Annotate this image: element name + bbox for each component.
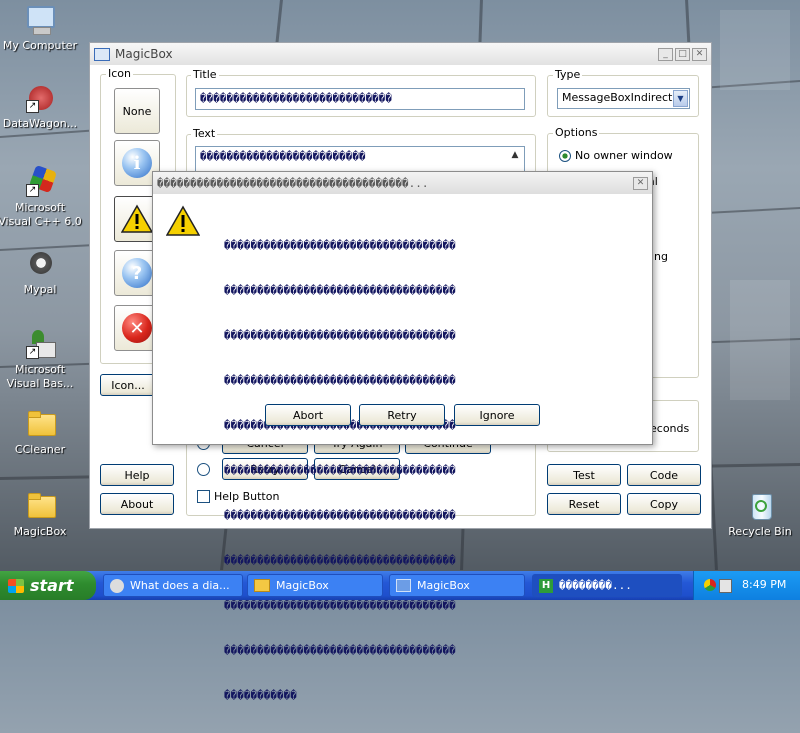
checkbox-icon xyxy=(197,490,210,503)
message-box-dialog: ��������������������������������������..… xyxy=(152,171,653,702)
windows-logo-icon xyxy=(8,578,24,593)
desktop-icon-visual-basic[interactable]: ↗ Microsoft Visual Bas... xyxy=(0,328,82,391)
warning-icon xyxy=(120,204,154,234)
datawagon-icon: ↗ xyxy=(24,82,56,114)
retry-button[interactable]: Retry xyxy=(359,404,445,426)
clock: 8:49 PM xyxy=(742,578,787,591)
text-scroll-up-icon[interactable]: ▲ xyxy=(507,147,523,163)
magicbox-titlebar[interactable]: MagicBox _ □ ✕ xyxy=(90,43,711,65)
folder-icon xyxy=(24,408,56,440)
message-box-titlebar[interactable]: ��������������������������������������..… xyxy=(153,172,652,194)
desktop-icon-visual-cpp[interactable]: ↗ Microsoft Visual C++ 6.0 xyxy=(0,164,82,229)
about-button[interactable]: About xyxy=(100,493,174,515)
folder-icon xyxy=(254,579,270,592)
copy-button[interactable]: Copy xyxy=(627,493,701,515)
title-input[interactable]: ����������������������������� xyxy=(195,88,525,110)
desktop-icon-mypal[interactable]: Mypal xyxy=(0,248,82,297)
mypal-icon xyxy=(110,578,124,593)
message-box-text: ����������������������������������� ����… xyxy=(224,239,456,702)
desktop-icon-datawagon[interactable]: ↗ DataWagon... xyxy=(0,82,82,131)
desktop-icon-recycle-bin[interactable]: Recycle Bin xyxy=(718,490,800,539)
help-button[interactable]: Help xyxy=(100,464,174,486)
maximize-button[interactable]: □ xyxy=(675,47,690,61)
message-box-warning-icon xyxy=(165,205,201,240)
text-group-label: Text xyxy=(191,127,218,140)
reset-button[interactable]: Reset xyxy=(547,493,621,515)
abort-button[interactable]: Abort xyxy=(265,404,351,426)
chevron-down-icon[interactable]: ▼ xyxy=(673,90,688,107)
type-select[interactable]: MessageBoxIndirect ▼ xyxy=(557,88,690,109)
message-box-title: ��������������������������������������..… xyxy=(157,176,429,190)
type-group-label: Type xyxy=(553,68,583,81)
task-magicbox-app[interactable]: MagicBox xyxy=(389,574,525,597)
row2-radio[interactable] xyxy=(197,463,210,476)
desktop-icon-ccleaner[interactable]: CCleaner xyxy=(0,408,82,457)
window-title: MagicBox xyxy=(115,47,173,61)
question-icon: ? xyxy=(122,258,152,288)
close-button[interactable]: ✕ xyxy=(692,47,707,61)
folder-icon xyxy=(24,490,56,522)
message-box-close-button[interactable]: ✕ xyxy=(633,176,648,190)
recycle-bin-icon xyxy=(744,490,776,522)
tray-network-icon[interactable] xyxy=(704,579,716,591)
h-app-icon: H xyxy=(539,578,553,593)
task-magicbox-folder[interactable]: MagicBox xyxy=(247,574,383,597)
mypal-icon xyxy=(24,248,56,280)
task-message-box[interactable]: H ��������... xyxy=(532,574,682,597)
visual-cpp-icon: ↗ xyxy=(24,164,58,198)
test-button[interactable]: Test xyxy=(547,464,621,486)
computer-icon xyxy=(24,4,56,36)
minimize-button[interactable]: _ xyxy=(658,47,673,61)
app-window-icon xyxy=(94,47,110,61)
app-window-icon xyxy=(396,579,411,592)
radio-selected-icon xyxy=(559,149,571,162)
icon-custom-button[interactable]: Icon... xyxy=(100,374,156,396)
system-tray: 8:49 PM xyxy=(693,571,800,600)
desktop-icon-my-computer[interactable]: My Computer xyxy=(0,4,82,53)
icon-none-button[interactable]: None xyxy=(114,88,160,134)
desktop-icon-magicbox[interactable]: MagicBox xyxy=(0,490,82,539)
error-icon: ✕ xyxy=(122,313,152,343)
option-partial-label-2: ing xyxy=(651,250,669,263)
ignore-button[interactable]: Ignore xyxy=(454,404,540,426)
tray-cleaner-icon[interactable] xyxy=(719,579,732,593)
icon-group-label: Icon xyxy=(106,67,133,80)
option-no-owner-window[interactable]: No owner window xyxy=(559,149,673,162)
visual-basic-icon: ↗ xyxy=(24,328,56,360)
code-button[interactable]: Code xyxy=(627,464,701,486)
information-icon: i xyxy=(122,148,152,178)
title-group-label: Title xyxy=(191,68,219,81)
options-group-label: Options xyxy=(553,126,600,139)
timeout-seconds-label: econds xyxy=(650,422,690,435)
start-button[interactable]: start xyxy=(0,571,96,600)
taskbar: start What does a dia... MagicBox MagicB… xyxy=(0,571,800,600)
task-what-does-a-dia[interactable]: What does a dia... xyxy=(103,574,243,597)
